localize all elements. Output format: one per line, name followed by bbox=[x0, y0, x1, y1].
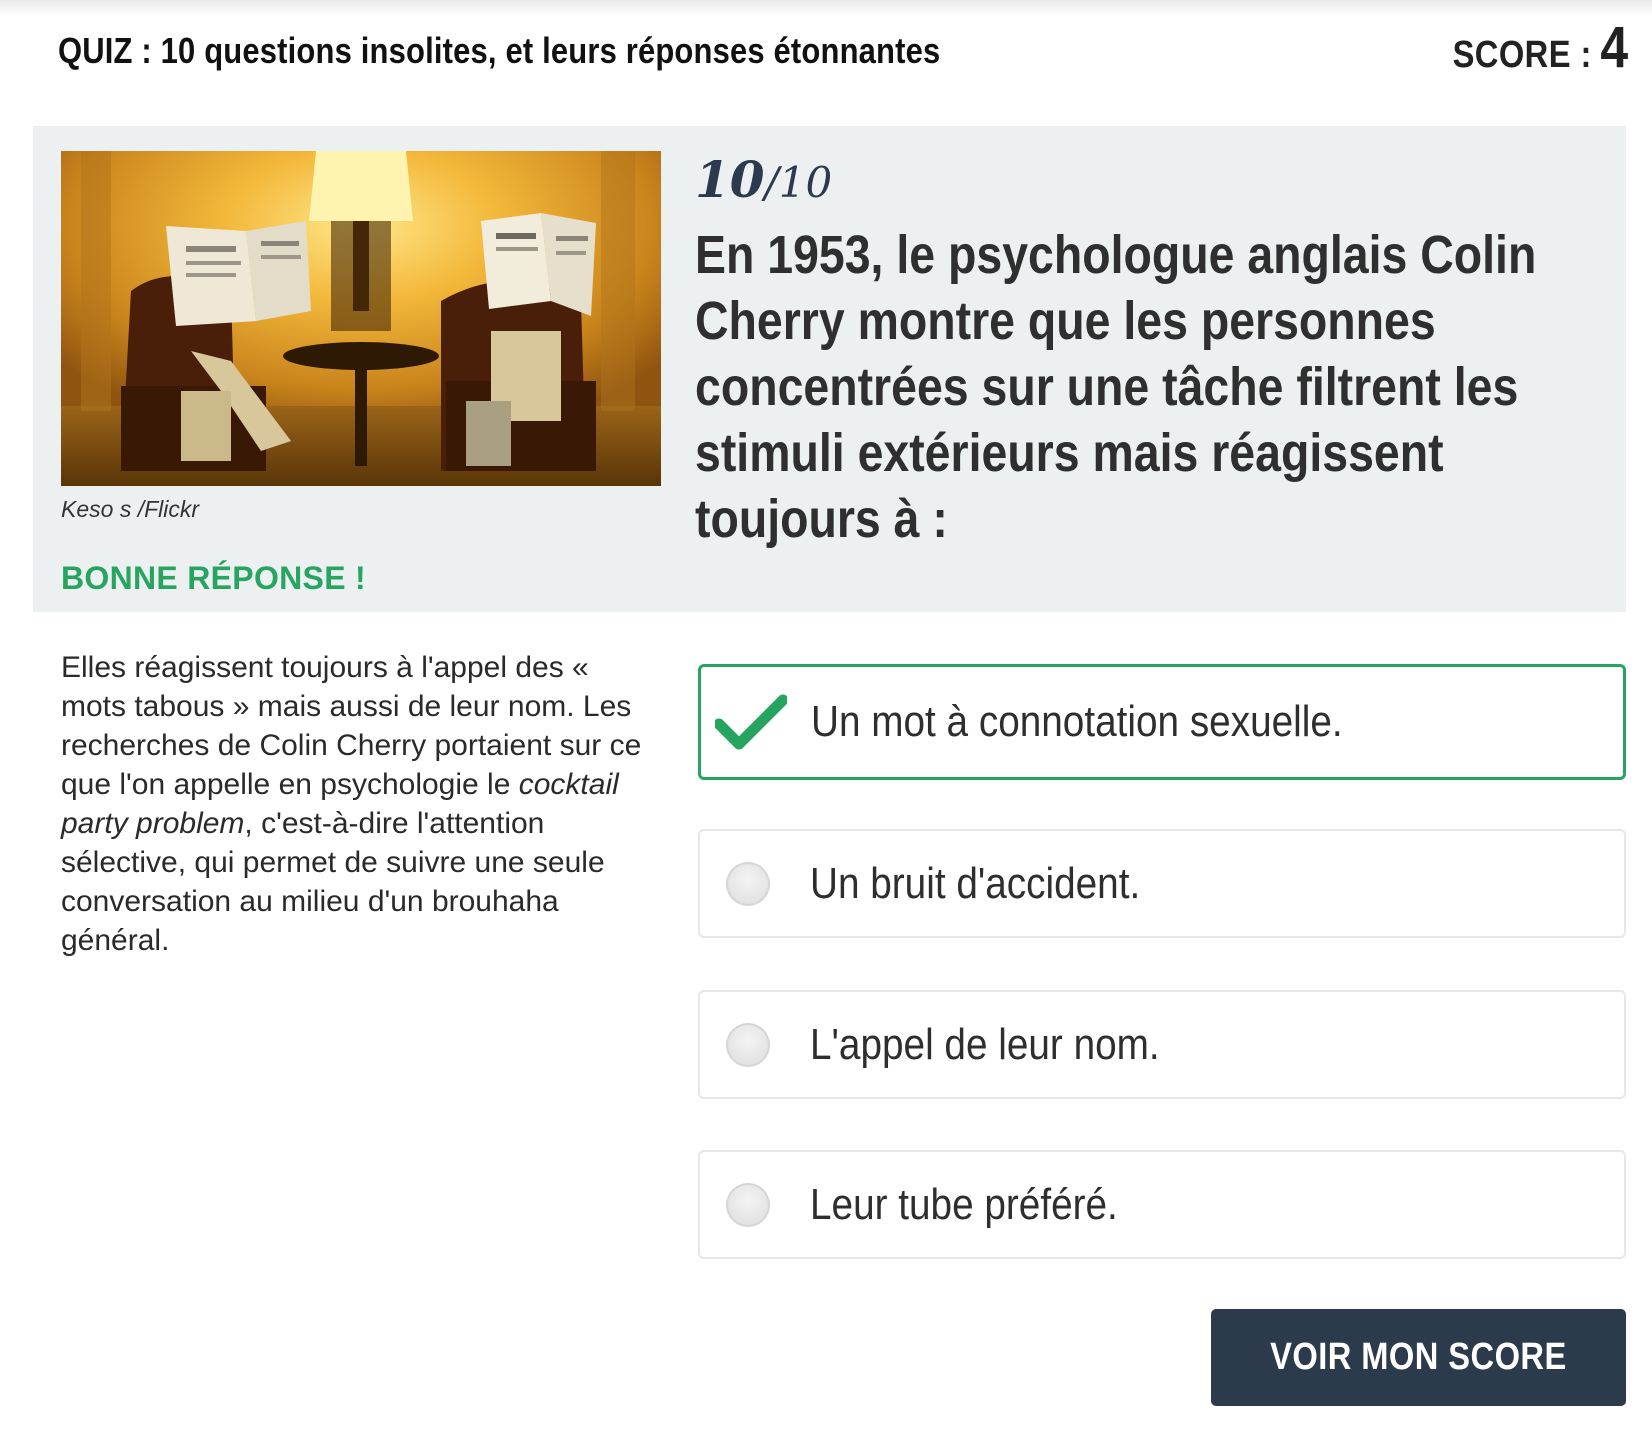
see-score-label: VOIR MON SCORE bbox=[1270, 1336, 1567, 1378]
quiz-title: QUIZ : 10 questions insolites, et leurs … bbox=[58, 30, 941, 71]
radio-icon bbox=[726, 861, 770, 906]
score-label: SCORE : bbox=[1452, 34, 1592, 76]
answer-option-3[interactable]: L'appel de leur nom. bbox=[698, 990, 1626, 1099]
question-total: /10 bbox=[764, 158, 833, 207]
question-progress: 10/10 bbox=[695, 150, 832, 209]
see-score-button[interactable]: VOIR MON SCORE bbox=[1211, 1309, 1626, 1406]
answer-option-4[interactable]: Leur tube préféré. bbox=[698, 1150, 1626, 1259]
score-display: SCORE : 4 bbox=[1452, 14, 1628, 81]
question-number: 10 bbox=[695, 150, 765, 209]
top-shadow bbox=[0, 0, 1652, 16]
radio-icon bbox=[726, 1182, 770, 1227]
answer-option-2[interactable]: Un bruit d'accident. bbox=[698, 829, 1626, 938]
answer-label: Un mot à connotation sexuelle. bbox=[811, 697, 1343, 746]
question-photo bbox=[61, 151, 661, 486]
answer-label: L'appel de leur nom. bbox=[810, 1019, 1160, 1069]
answer-option-1[interactable]: Un mot à connotation sexuelle. bbox=[698, 664, 1626, 780]
question-text: En 1953, le psychologue anglais Colin Ch… bbox=[695, 225, 1537, 549]
checkmark-icon bbox=[715, 694, 787, 750]
answer-label: Leur tube préféré. bbox=[810, 1179, 1118, 1229]
answer-explanation: Elles réagissent toujours à l'appel des … bbox=[61, 648, 661, 960]
score-value: 4 bbox=[1600, 15, 1628, 80]
feedback-message: BONNE RÉPONSE ! bbox=[61, 560, 366, 596]
image-credit: Keso s /Flickr bbox=[61, 496, 200, 522]
answer-label: Un bruit d'accident. bbox=[810, 858, 1141, 908]
radio-icon bbox=[726, 1022, 770, 1067]
